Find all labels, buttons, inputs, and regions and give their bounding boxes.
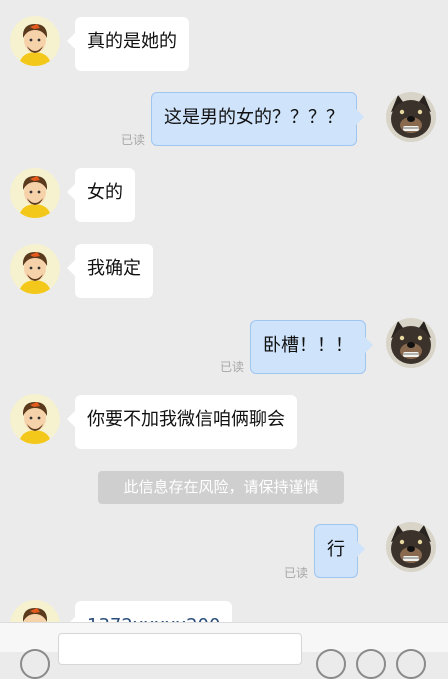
message-bubble-incoming[interactable]: 女的 [67, 168, 135, 222]
message-bubble-incoming[interactable]: 你要不加我微信咱俩聊会 [67, 395, 297, 449]
more-options-icon[interactable] [396, 649, 426, 679]
cartoon-boy-icon [10, 394, 60, 444]
contact-avatar[interactable] [10, 394, 60, 444]
add-more-icon[interactable] [356, 649, 386, 679]
cartoon-boy-icon [10, 168, 60, 218]
message-input[interactable] [58, 633, 302, 665]
dog-icon [386, 522, 436, 572]
chat-window[interactable]: 真的是她的 这是男的女的？？？？ 已读 女的 我确定 卧槽！！！ 已读 你要不加… [0, 0, 448, 679]
contact-avatar[interactable] [10, 244, 60, 294]
message-bubble-outgoing[interactable]: 这是男的女的？？？？ [151, 92, 364, 146]
contact-avatar[interactable] [10, 168, 60, 218]
message-bubble-incoming[interactable]: 我确定 [67, 244, 153, 298]
emoji-icon[interactable] [316, 649, 346, 679]
message-bubble-outgoing[interactable]: 卧槽！！！ [250, 320, 373, 374]
cartoon-boy-icon [10, 16, 60, 66]
dog-icon [386, 318, 436, 368]
risk-warning-notice: 此信息存在风险，请保持谨慎 [98, 471, 344, 504]
contact-avatar[interactable] [10, 16, 60, 66]
message-input-bar [0, 622, 448, 679]
dog-icon [386, 92, 436, 142]
read-receipt: 已读 [121, 133, 146, 147]
voice-toggle-icon[interactable] [20, 649, 50, 679]
read-receipt: 已读 [284, 566, 309, 580]
message-bubble-outgoing[interactable]: 行 [314, 524, 365, 578]
read-receipt: 已读 [220, 360, 245, 374]
message-bubble-incoming[interactable]: 真的是她的 [67, 17, 189, 71]
self-avatar[interactable] [386, 522, 436, 572]
cartoon-boy-icon [10, 244, 60, 294]
self-avatar[interactable] [386, 318, 436, 368]
self-avatar[interactable] [386, 92, 436, 142]
